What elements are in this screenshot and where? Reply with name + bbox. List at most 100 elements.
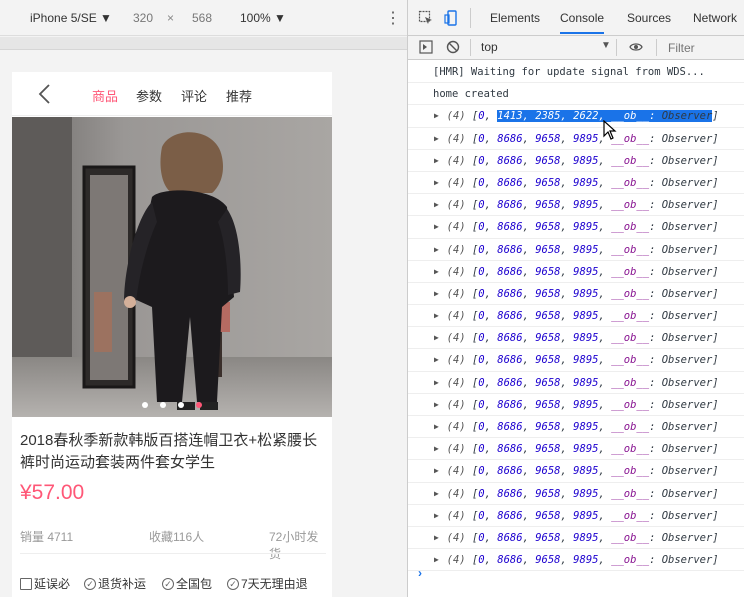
live-expression-eye-icon[interactable]	[629, 40, 643, 54]
expand-triangle-icon[interactable]: ▶	[434, 372, 439, 393]
console-array-line[interactable]: ▶ (4) [0, 8686, 9658, 9895, __ob__: Obse…	[408, 505, 744, 527]
console-array-line[interactable]: ▶ (4) [0, 8686, 9658, 9895, __ob__: Obse…	[408, 216, 744, 239]
console-array-line[interactable]: ▶ (4) [0, 8686, 9658, 9895, __ob__: Obse…	[408, 150, 744, 172]
expand-triangle-icon[interactable]: ▶	[434, 172, 439, 193]
carousel-dot[interactable]	[160, 402, 166, 408]
array-value: 9658	[535, 310, 561, 323]
clear-console-icon[interactable]	[446, 40, 460, 54]
array-value: 9895	[573, 531, 599, 544]
console-array-line[interactable]: ▶ (4) [0, 8686, 9658, 9895, __ob__: Obse…	[408, 527, 744, 550]
expand-triangle-icon[interactable]: ▶	[434, 283, 439, 304]
expand-triangle-icon[interactable]: ▶	[434, 194, 439, 215]
tab-goods[interactable]: 商品	[92, 86, 118, 105]
console-array-line[interactable]: ▶ (4) [0, 8686, 9658, 9895, __ob__: Obse…	[408, 438, 744, 461]
device-width-input[interactable]: 320	[133, 11, 153, 25]
array-prop-value: Observer	[661, 243, 713, 256]
device-height-input[interactable]: 568	[192, 11, 212, 25]
console-array-line[interactable]: ▶ (4) [0, 8686, 9658, 9895, __ob__: Obse…	[408, 349, 744, 372]
context-dropdown-arrow[interactable]: ▼	[601, 40, 611, 51]
expand-triangle-icon[interactable]: ▶	[434, 483, 439, 504]
console-array-line[interactable]: ▶ (4) [0, 8686, 9658, 9895, __ob__: Obse…	[408, 394, 744, 416]
array-key: __ob__	[611, 443, 650, 456]
expand-triangle-icon[interactable]: ▶	[434, 261, 439, 282]
divider	[20, 553, 326, 554]
console-array-line[interactable]: ▶ (4) [0, 8686, 9658, 9895, __ob__: Obse…	[408, 372, 744, 394]
array-key: __ob__	[611, 243, 650, 256]
console-array-line[interactable]: ▶ (4) [0, 8686, 9658, 9895, __ob__: Obse…	[408, 305, 744, 328]
expand-triangle-icon[interactable]: ▶	[434, 416, 439, 437]
expand-triangle-icon[interactable]: ▶	[434, 505, 439, 526]
expand-triangle-icon[interactable]: ▶	[434, 549, 439, 570]
expand-triangle-icon[interactable]: ▶	[434, 150, 439, 171]
array-value: 0	[478, 221, 485, 234]
tab-network[interactable]: Network	[693, 11, 737, 25]
array-value: 9658	[535, 487, 561, 500]
array-value: 8686	[497, 332, 523, 345]
console-prompt[interactable]: ›	[418, 566, 422, 580]
mouse-cursor-icon	[603, 120, 617, 140]
back-arrow-icon[interactable]	[34, 82, 58, 106]
carousel-dot-active[interactable]	[196, 402, 202, 408]
console-array-line[interactable]: ▶ (4) [0, 8686, 9658, 9895, __ob__: Obse…	[408, 549, 744, 572]
expand-triangle-icon[interactable]: ▶	[434, 105, 439, 126]
console-array-line[interactable]: ▶ (4) [0, 8686, 9658, 9895, __ob__: Obse…	[408, 239, 744, 261]
tab-elements[interactable]: Elements	[490, 11, 540, 25]
zoom-select[interactable]: 100% ▼	[240, 11, 286, 25]
expand-triangle-icon[interactable]: ▶	[434, 216, 439, 237]
carousel-dot[interactable]	[178, 402, 184, 408]
tab-params[interactable]: 参数	[136, 86, 162, 105]
console-array-line[interactable]: ▶ (4) [0, 8686, 9658, 9895, __ob__: Obse…	[408, 128, 744, 150]
expand-triangle-icon[interactable]: ▶	[434, 239, 439, 260]
device-toolbar: iPhone 5/SE ▼ 320 × 568 100% ▼ ⋮	[0, 0, 407, 36]
tab-recommend[interactable]: 推荐	[226, 86, 252, 105]
console-array-line[interactable]: ▶ (4) [0, 8686, 9658, 9895, __ob__: Obse…	[408, 460, 744, 483]
array-value: 0	[478, 531, 485, 544]
expand-triangle-icon[interactable]: ▶	[434, 527, 439, 548]
console-array-line[interactable]: ▶ (4) [0, 8686, 9658, 9895, __ob__: Obse…	[408, 283, 744, 306]
carousel-dot[interactable]	[142, 402, 148, 408]
expand-triangle-icon[interactable]: ▶	[434, 460, 439, 481]
array-length: (4)	[446, 132, 466, 145]
expand-triangle-icon[interactable]: ▶	[434, 438, 439, 459]
device-toolbar-icon[interactable]	[444, 10, 460, 26]
tab-sources[interactable]: Sources	[627, 11, 671, 25]
context-select[interactable]: top	[481, 40, 498, 54]
array-key: __ob__	[611, 199, 650, 212]
array-value: 9658	[535, 332, 561, 345]
array-value: 0	[478, 110, 485, 123]
inspect-element-icon[interactable]	[418, 10, 434, 26]
array-value: 8686	[497, 154, 523, 167]
array-value: 0	[478, 487, 485, 500]
service-item: ✓ 全国包	[162, 575, 212, 592]
service-label: 7天无理由退	[241, 577, 308, 591]
expand-triangle-icon[interactable]: ▶	[434, 349, 439, 370]
tab-comments[interactable]: 评论	[181, 86, 207, 105]
device-select[interactable]: iPhone 5/SE ▼	[30, 11, 112, 25]
console-array-line[interactable]: ▶ (4) [0, 8686, 9658, 9895, __ob__: Obse…	[408, 483, 744, 505]
array-value: 9895	[573, 265, 599, 278]
array-value: 0	[478, 265, 485, 278]
product-carousel[interactable]	[12, 117, 332, 417]
console-array-line[interactable]: ▶ (4) [0, 8686, 9658, 9895, __ob__: Obse…	[408, 261, 744, 283]
toolbar-divider	[656, 39, 657, 56]
expand-triangle-icon[interactable]: ▶	[434, 394, 439, 415]
console-array-line[interactable]: ▶ (4) [0, 8686, 9658, 9895, __ob__: Obse…	[408, 194, 744, 217]
console-array-line[interactable]: ▶ (4) [0, 1413, 2385, 2622, __ob__: Obse…	[408, 105, 744, 128]
array-length: (4)	[446, 199, 466, 212]
console-array-line[interactable]: ▶ (4) [0, 8686, 9658, 9895, __ob__: Obse…	[408, 327, 744, 350]
array-value: 0	[478, 398, 485, 411]
expand-triangle-icon[interactable]: ▶	[434, 327, 439, 348]
sidebar-toggle-icon[interactable]	[419, 40, 433, 54]
console-array-line[interactable]: ▶ (4) [0, 8686, 9658, 9895, __ob__: Obse…	[408, 172, 744, 195]
tab-console[interactable]: Console	[560, 11, 605, 34]
array-value: 0	[478, 287, 485, 300]
expand-triangle-icon[interactable]: ▶	[434, 305, 439, 326]
array-value: 8686	[497, 376, 523, 389]
more-options-icon[interactable]: ⋮	[385, 8, 401, 28]
array-length: (4)	[446, 287, 466, 300]
product-price: ¥57.00	[20, 481, 85, 504]
console-filter-input[interactable]	[666, 39, 744, 57]
array-value: 0	[478, 354, 485, 367]
console-array-line[interactable]: ▶ (4) [0, 8686, 9658, 9895, __ob__: Obse…	[408, 416, 744, 439]
expand-triangle-icon[interactable]: ▶	[434, 128, 439, 149]
